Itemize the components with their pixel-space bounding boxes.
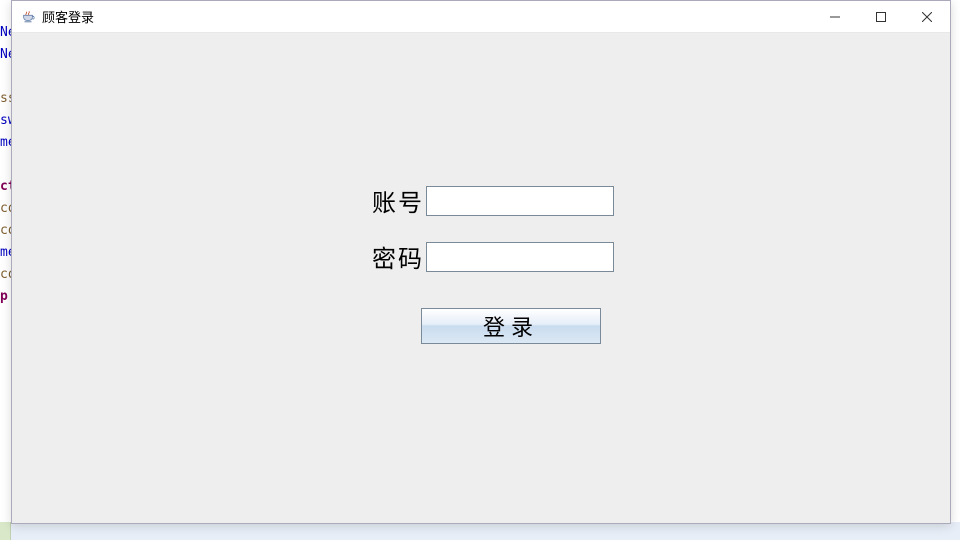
login-button[interactable]: 登录 xyxy=(421,308,601,344)
maximize-button[interactable] xyxy=(858,1,904,33)
login-dialog-window: 顾客登录 账号 密码 登录 xyxy=(11,0,951,524)
password-label: 密码 xyxy=(372,239,424,274)
editor-bottom-strip xyxy=(0,522,960,540)
titlebar: 顾客登录 xyxy=(12,1,950,33)
close-button[interactable] xyxy=(904,1,950,33)
account-input[interactable] xyxy=(426,186,614,216)
account-label: 账号 xyxy=(372,183,424,218)
window-controls xyxy=(812,1,950,32)
password-input[interactable] xyxy=(426,242,614,272)
dialog-client-area: 账号 密码 登录 xyxy=(12,33,950,523)
account-row: 账号 xyxy=(372,183,614,218)
editor-scrollbar-area xyxy=(0,522,960,540)
editor-gutter-strip xyxy=(0,522,11,540)
java-app-icon xyxy=(20,9,36,25)
minimize-button[interactable] xyxy=(812,1,858,33)
password-row: 密码 xyxy=(372,239,614,274)
window-title: 顾客登录 xyxy=(42,7,812,26)
